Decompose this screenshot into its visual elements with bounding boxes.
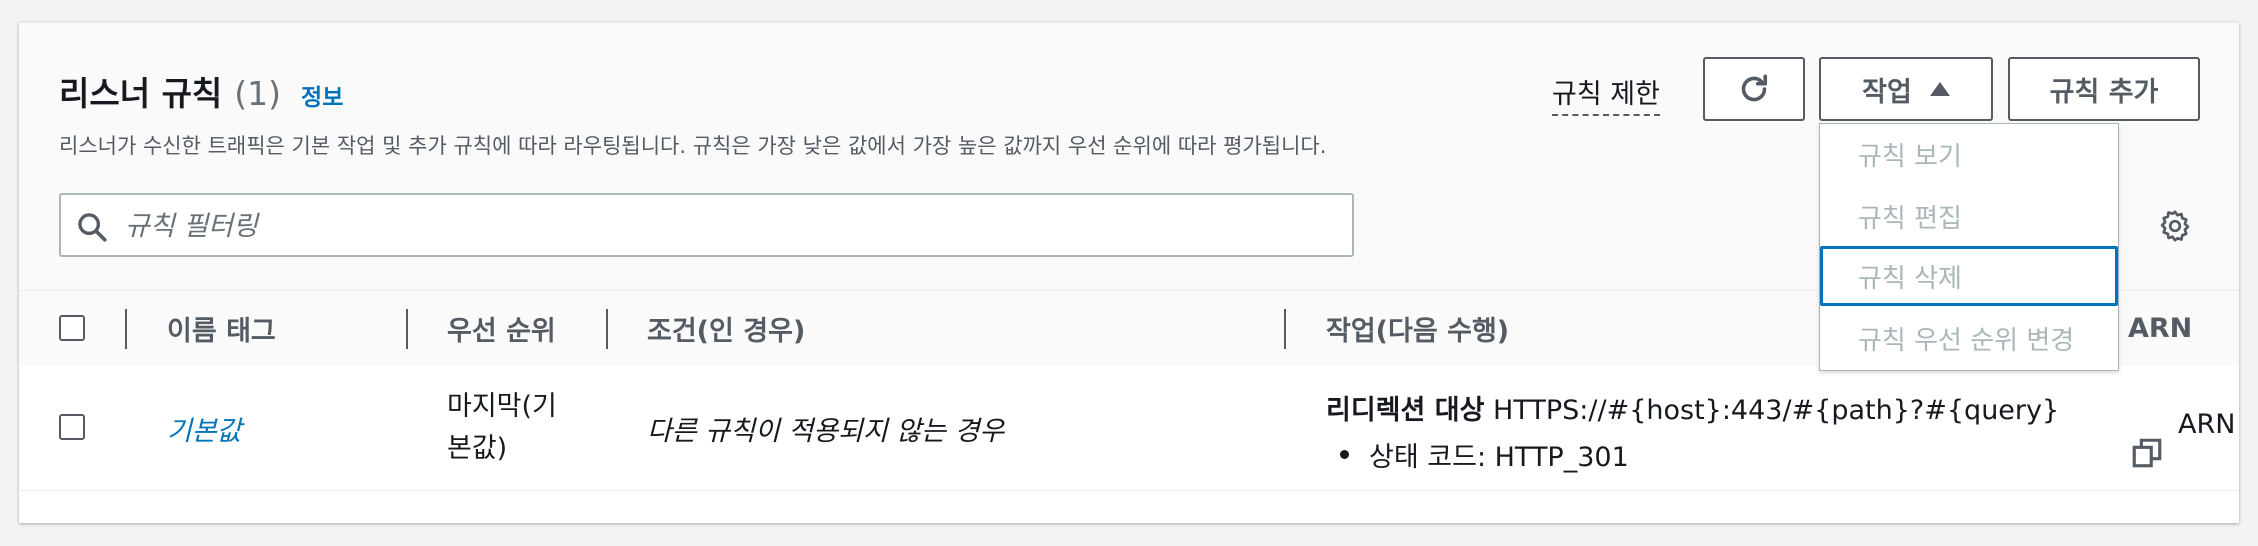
listener-rules-panel: 리스너 규칙 (1) 정보 리스너가 수신한 트래픽은 기본 작업 및 추가 규… bbox=[19, 22, 2239, 523]
column-divider bbox=[406, 309, 408, 349]
refresh-icon bbox=[1741, 74, 1768, 102]
rule-limit-link[interactable]: 규칙 제한 bbox=[1552, 72, 1660, 116]
actions-button[interactable]: 작업 bbox=[1819, 57, 1993, 121]
rule-priority: 마지막(기 본값) bbox=[447, 386, 557, 470]
priority-line-1: 마지막(기 bbox=[447, 391, 557, 422]
rule-condition: 다른 규칙이 적용되지 않는 경우 bbox=[647, 416, 1005, 447]
column-header-arn[interactable]: ARN bbox=[2128, 291, 2192, 366]
caret-up-icon bbox=[1929, 82, 1950, 96]
column-divider bbox=[606, 309, 608, 349]
panel-description: 리스너가 수신한 트래픽은 기본 작업 및 추가 규칙에 따라 라우팅됩니다. … bbox=[59, 134, 1327, 158]
column-header-action[interactable]: 작업(다음 수행) bbox=[1326, 291, 1509, 366]
page-title: 리스너 규칙 bbox=[59, 74, 223, 113]
menu-item-change-priority[interactable]: 규칙 우선 순위 변경 bbox=[1820, 308, 2118, 368]
column-header-name[interactable]: 이름 태그 bbox=[167, 291, 276, 366]
search-icon bbox=[78, 213, 107, 242]
priority-line-2: 본값) bbox=[447, 433, 508, 464]
copy-icon[interactable] bbox=[2130, 436, 2164, 470]
action-line: 리디렉션 대상 HTTPS://#{host}:443/#{path}?#{qu… bbox=[1326, 388, 2059, 427]
rule-arn: ARN bbox=[2178, 409, 2236, 440]
search-box bbox=[59, 193, 1354, 257]
select-all-checkbox[interactable] bbox=[59, 315, 85, 341]
column-header-priority[interactable]: 우선 순위 bbox=[447, 291, 556, 366]
table-row: 기본값 마지막(기 본값) 다른 규칙이 적용되지 않는 경우 리디렉션 대상 … bbox=[19, 366, 2239, 491]
row-checkbox[interactable] bbox=[59, 414, 85, 440]
status-code-item: 상태 코드: HTTP_301 bbox=[1340, 435, 2059, 474]
actions-dropdown-menu: 규칙 보기 규칙 편집 규칙 삭제 규칙 우선 순위 변경 bbox=[1819, 123, 2119, 371]
status-code: 상태 코드: HTTP_301 bbox=[1369, 442, 1629, 473]
rule-name-link[interactable]: 기본값 bbox=[167, 409, 242, 448]
actions-button-label: 작업 bbox=[1862, 76, 1912, 108]
add-rule-button[interactable]: 규칙 추가 bbox=[2008, 57, 2200, 121]
title-row: 리스너 규칙 (1) 정보 bbox=[59, 67, 343, 115]
gear-icon[interactable] bbox=[2157, 208, 2193, 244]
column-divider bbox=[1284, 309, 1286, 349]
menu-item-edit-rules[interactable]: 규칙 편집 bbox=[1820, 186, 2118, 246]
rule-count: (1) bbox=[234, 74, 282, 113]
action-label: 리디렉션 대상 bbox=[1326, 395, 1485, 426]
bullet-icon bbox=[1340, 450, 1349, 459]
column-header-condition[interactable]: 조건(인 경우) bbox=[647, 291, 805, 366]
column-divider bbox=[125, 309, 127, 349]
rule-action: 리디렉션 대상 HTTPS://#{host}:443/#{path}?#{qu… bbox=[1326, 388, 2059, 474]
menu-item-delete-rules[interactable]: 규칙 삭제 bbox=[1820, 246, 2118, 306]
action-target: HTTPS://#{host}:443/#{path}?#{query} bbox=[1493, 395, 2060, 426]
refresh-button[interactable] bbox=[1703, 57, 1805, 121]
info-link[interactable]: 정보 bbox=[301, 78, 343, 112]
menu-item-view-rules[interactable]: 규칙 보기 bbox=[1820, 124, 2118, 184]
search-input[interactable] bbox=[123, 203, 1327, 249]
